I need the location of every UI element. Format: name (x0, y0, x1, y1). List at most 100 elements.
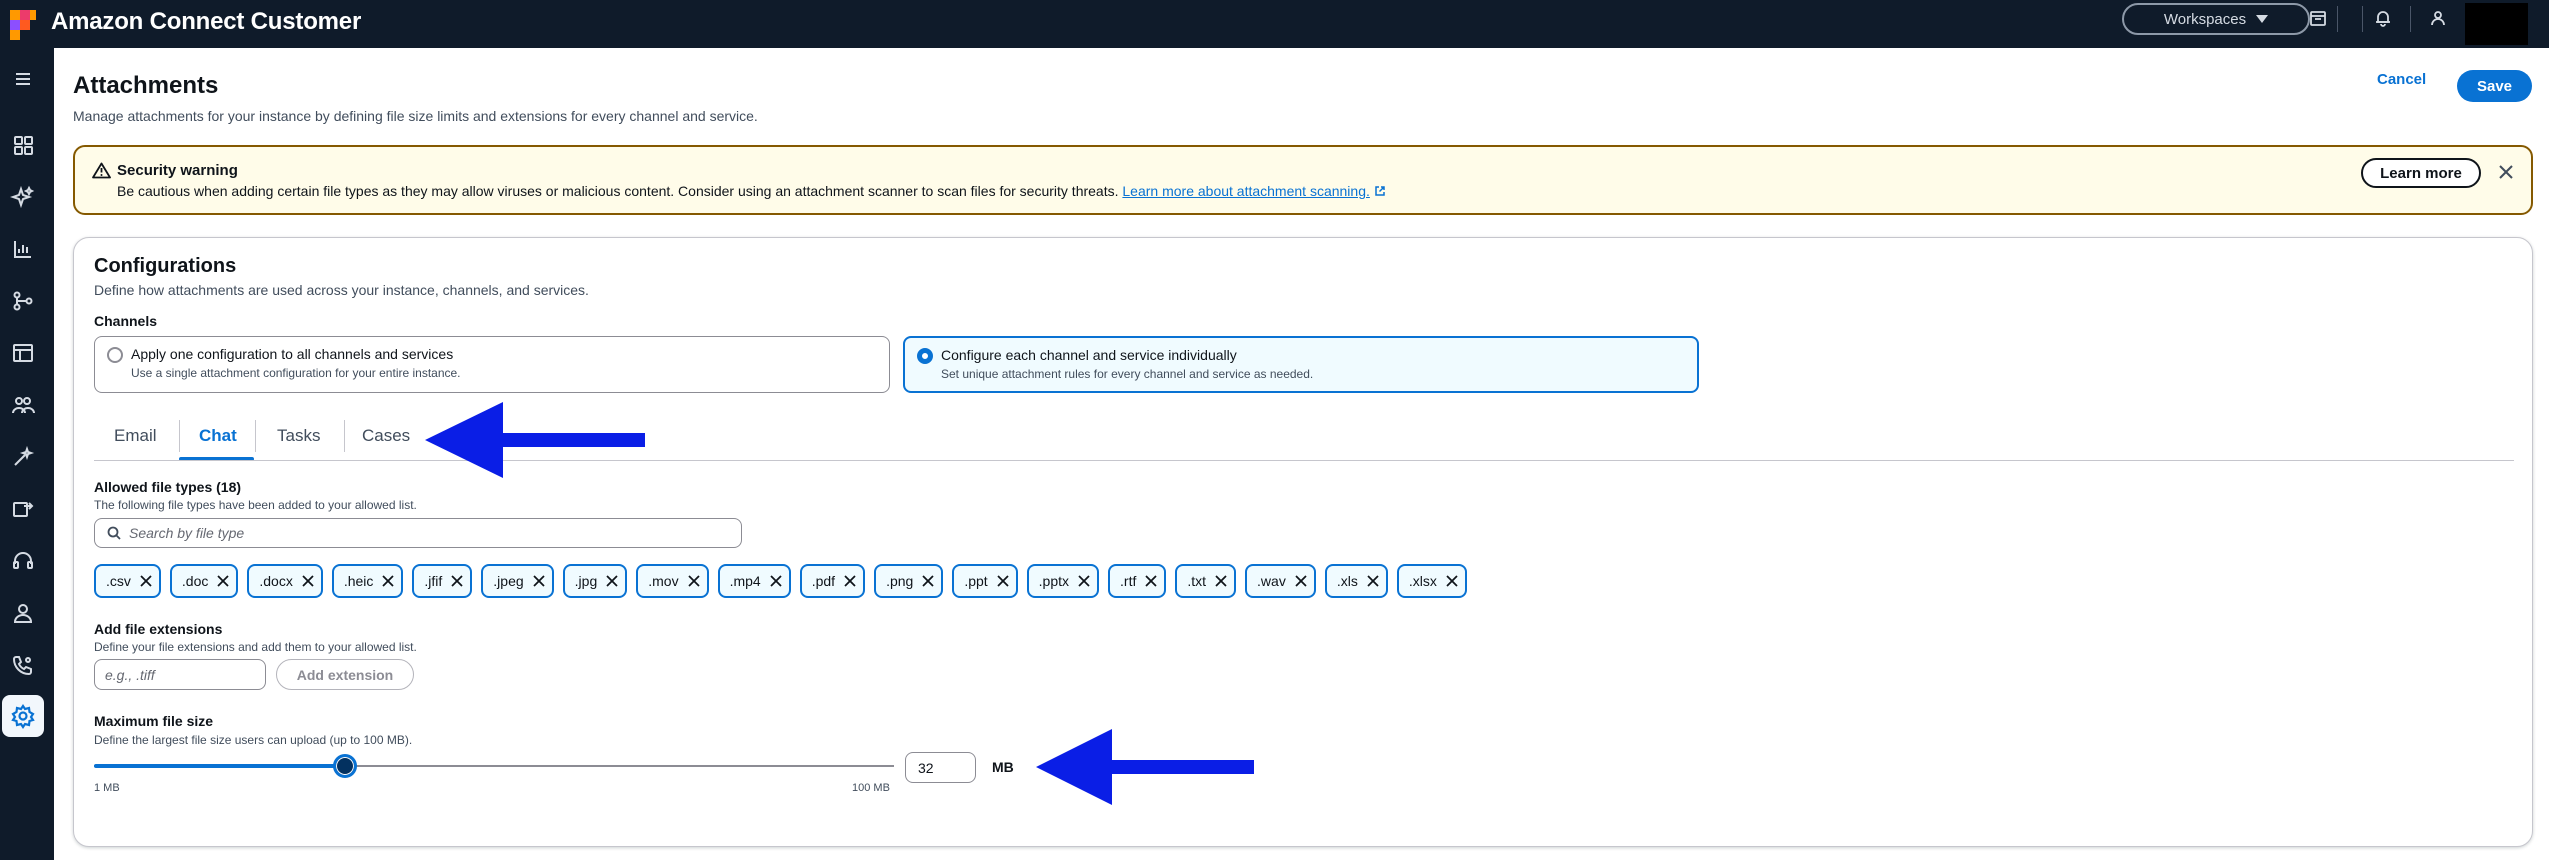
file-size-slider-thumb[interactable] (332, 754, 357, 778)
queue-transfer-icon[interactable] (10, 496, 36, 522)
file-type-label: .jpeg (493, 573, 524, 589)
tab-separator (255, 420, 256, 452)
remove-icon[interactable] (843, 574, 857, 588)
file-type-token: .xls (1324, 564, 1388, 598)
maximum-file-size-description: Define the largest file size users can u… (94, 733, 413, 747)
option-description: Use a single attachment configuration fo… (131, 366, 461, 380)
file-type-label: .csv (106, 573, 131, 589)
warning-body: Be cautious when adding certain file typ… (117, 183, 1119, 199)
allowed-file-types-description: The following file types have been added… (94, 498, 417, 512)
attachment-scanning-link[interactable]: Learn more about attachment scanning. (1122, 183, 1370, 199)
tab-chat[interactable]: Chat (199, 426, 237, 446)
tab-tasks[interactable]: Tasks (277, 426, 320, 446)
file-size-input[interactable] (905, 752, 976, 783)
maximum-file-size-title: Maximum file size (94, 713, 214, 729)
file-type-label: .wav (1257, 573, 1286, 589)
user-menu-icon[interactable] (2428, 8, 2448, 28)
option-individual-configuration[interactable]: Configure each channel and service indiv… (903, 336, 1699, 393)
ai-sparkle-icon[interactable] (9, 184, 36, 210)
remove-icon[interactable] (1294, 574, 1308, 588)
configurations-title: Configurations (94, 255, 237, 277)
file-type-token: .csv (94, 564, 161, 598)
remove-icon[interactable] (450, 574, 464, 588)
remove-icon[interactable] (532, 574, 546, 588)
redacted-user-name (2465, 3, 2528, 45)
workspaces-label: Workspaces (2163, 10, 2247, 28)
menu-icon[interactable] (10, 66, 36, 92)
external-link-icon[interactable] (1374, 185, 1386, 197)
file-type-token: .wav (1245, 564, 1316, 598)
file-type-token: .rtf (1108, 564, 1167, 598)
warning-text: Be cautious when adding certain file typ… (117, 183, 1386, 199)
file-type-token-list: .csv .doc .docx .heic .jfif .jpeg .jpg .mov .mp4… (94, 564, 1467, 598)
option-single-configuration[interactable]: Apply one configuration to all channels … (94, 336, 890, 393)
tab-email[interactable]: Email (114, 426, 157, 446)
radio-button[interactable] (107, 347, 123, 363)
size-unit-label: MB (992, 759, 1014, 775)
routing-flow-icon[interactable] (10, 288, 36, 314)
divider (2362, 6, 2363, 32)
divider (2337, 6, 2338, 32)
cancel-button[interactable]: Cancel (2377, 71, 2426, 88)
remove-icon[interactable] (1144, 574, 1158, 588)
search-input[interactable] (129, 523, 729, 543)
top-bar: Amazon Connect Customer Workspaces (0, 0, 2549, 48)
table-icon[interactable] (10, 340, 36, 366)
remove-icon[interactable] (381, 574, 395, 588)
close-icon[interactable] (2495, 161, 2517, 183)
channels-label: Channels (94, 313, 158, 329)
file-type-label: .mov (648, 573, 679, 589)
file-type-token: .jfif (412, 564, 473, 598)
remove-icon[interactable] (687, 574, 701, 588)
calendar-icon[interactable] (2308, 8, 2328, 28)
file-type-label: .mp4 (729, 573, 761, 589)
file-type-token: .png (874, 564, 944, 598)
file-type-label: .pptx (1038, 573, 1070, 589)
radio-button-selected[interactable] (917, 348, 933, 364)
search-icon (107, 526, 121, 540)
file-type-search[interactable] (94, 518, 742, 548)
tab-cases[interactable]: Cases (362, 426, 410, 446)
remove-icon[interactable] (1077, 574, 1091, 588)
file-type-token: .heic (331, 564, 404, 598)
save-button[interactable]: Save (2457, 70, 2532, 102)
security-warning-alert: Security warning Be cautious when adding… (73, 145, 2533, 215)
annotation-arrow-left (1036, 729, 1254, 805)
file-extension-input[interactable] (94, 659, 266, 690)
notification-bell-icon[interactable] (2373, 8, 2393, 28)
remove-icon[interactable] (1366, 574, 1380, 588)
remove-icon[interactable] (139, 574, 153, 588)
remove-icon[interactable] (1445, 574, 1459, 588)
settings-gear-icon[interactable] (2, 695, 44, 737)
headset-icon[interactable] (10, 548, 36, 574)
analytics-icon[interactable] (10, 236, 36, 262)
option-label: Apply one configuration to all channels … (131, 346, 454, 362)
remove-icon[interactable] (996, 574, 1010, 588)
warning-title: Security warning (117, 162, 238, 179)
users-icon[interactable] (10, 392, 36, 418)
remove-icon[interactable] (605, 574, 619, 588)
file-type-token: .xlsx (1396, 564, 1467, 598)
dashboard-icon[interactable] (10, 132, 36, 158)
learn-more-button[interactable]: Learn more (2361, 158, 2481, 188)
remove-icon[interactable] (301, 574, 315, 588)
remove-icon[interactable] (1214, 574, 1228, 588)
user-profile-icon[interactable] (10, 600, 36, 626)
allowed-file-types-title: Allowed file types (18) (94, 479, 242, 495)
amazon-connect-logo[interactable] (6, 6, 42, 42)
workspaces-dropdown[interactable]: Workspaces (2122, 3, 2310, 35)
sidebar (0, 48, 54, 860)
file-type-token: .mov (636, 564, 709, 598)
file-type-token: .doc (169, 564, 239, 598)
phone-settings-icon[interactable] (10, 652, 36, 678)
wand-icon[interactable] (10, 444, 36, 470)
remove-icon[interactable] (216, 574, 230, 588)
file-type-label: .pdf (811, 573, 836, 589)
add-extension-button[interactable]: Add extension (276, 659, 414, 690)
remove-icon[interactable] (921, 574, 935, 588)
file-type-token: .pptx (1026, 564, 1100, 598)
page-description: Manage attachments for your instance by … (73, 108, 758, 124)
remove-icon[interactable] (769, 574, 783, 588)
tab-separator (179, 420, 180, 452)
file-type-label: .docx (259, 573, 293, 589)
